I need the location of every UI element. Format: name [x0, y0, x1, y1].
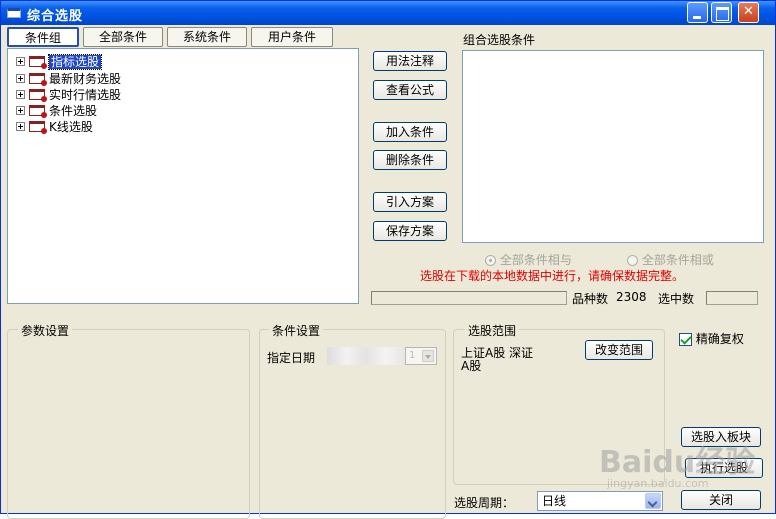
expand-icon[interactable] [16, 90, 25, 99]
combo-conditions-title: 组合选股条件 [463, 33, 536, 47]
tree-item-label: 最新财务选股 [49, 72, 122, 86]
params-group [7, 329, 250, 519]
condition-tree[interactable]: 指标选股 最新财务选股 实时行情选股 条件选股 K线选股 [7, 48, 359, 304]
expand-icon[interactable] [16, 122, 25, 131]
baidu-watermark-url: jingyan.baidu.com [607, 477, 709, 490]
window-title: 综合选股 [27, 9, 84, 24]
date-label: 指定日期 [267, 351, 316, 365]
expand-icon[interactable] [16, 57, 25, 66]
count-label: 品种数 [572, 292, 609, 306]
close-button[interactable]: 关闭 [681, 490, 761, 510]
params-group-title: 参数设置 [18, 322, 73, 339]
close-window-button[interactable]: ✕ [738, 2, 759, 23]
tree-item-condition[interactable]: 条件选股 [16, 102, 97, 118]
range-group-title: 选股范围 [465, 322, 520, 339]
condition-settings-title: 条件设置 [269, 322, 324, 339]
exact-adjust-checkbox[interactable] [679, 333, 692, 346]
tree-item-label: 条件选股 [49, 104, 98, 118]
expand-icon[interactable] [16, 74, 25, 83]
spin-down-icon[interactable] [422, 350, 434, 362]
count-value: 2308 [616, 290, 647, 304]
date-spinner-value: 1 [409, 350, 416, 361]
change-range-button[interactable]: 改变范围 [585, 340, 653, 360]
period-select[interactable]: 日线 [537, 491, 663, 511]
folder-icon [29, 89, 47, 102]
combo-conditions-list[interactable] [462, 50, 764, 243]
tab-condition-group[interactable]: 条件组 [7, 27, 79, 47]
exact-adjust-label: 精确复权 [695, 332, 744, 346]
selected-count-value [706, 291, 758, 305]
data-warning-text: 选股在下载的本地数据中进行，请确保数据完整。 [420, 269, 685, 283]
stock-screener-window: 综合选股 ✕ 条件组 全部条件 系统条件 用户条件 指标选股 最新财务选股 实时… [0, 0, 776, 519]
or-radio-option[interactable]: 全部条件相或 [627, 251, 714, 268]
minimize-button[interactable] [687, 2, 708, 23]
tab-system-conditions[interactable]: 系统条件 [167, 27, 247, 47]
add-condition-button[interactable]: 加入条件 [373, 122, 447, 142]
selected-count-label: 选中数 [658, 292, 695, 306]
folder-icon [29, 105, 47, 118]
folder-icon [29, 73, 47, 86]
import-plan-button[interactable]: 引入方案 [373, 192, 447, 212]
tab-user-conditions[interactable]: 用户条件 [251, 27, 333, 47]
maximize-button[interactable] [711, 2, 732, 23]
or-radio[interactable] [627, 255, 638, 266]
chevron-down-icon[interactable] [645, 493, 661, 509]
period-select-value: 日线 [542, 494, 567, 508]
date-spinner[interactable]: 1 [405, 347, 437, 365]
tree-item-indicator[interactable]: 指标选股 [16, 53, 103, 70]
tree-item-label: 实时行情选股 [49, 88, 122, 102]
or-radio-label: 全部条件相或 [641, 253, 714, 267]
folder-icon [29, 121, 47, 134]
expand-icon[interactable] [16, 106, 25, 115]
period-label: 选股周期： [454, 496, 515, 510]
exact-adjust-option[interactable]: 精确复权 [679, 330, 744, 347]
tree-item-label: 指标选股 [47, 54, 103, 70]
delete-condition-button[interactable]: 删除条件 [373, 150, 447, 170]
usage-notes-button[interactable]: 用法注释 [373, 51, 447, 71]
tree-item-realtime[interactable]: 实时行情选股 [16, 86, 121, 102]
progress-bar [371, 291, 567, 305]
and-radio[interactable] [485, 255, 496, 266]
view-formula-button[interactable]: 查看公式 [373, 80, 447, 100]
tab-all-conditions[interactable]: 全部条件 [83, 27, 163, 47]
title-bar[interactable]: 综合选股 ✕ [1, 1, 775, 25]
window-icon [7, 8, 21, 18]
folder-icon [29, 56, 47, 69]
save-plan-button[interactable]: 保存方案 [373, 221, 447, 241]
and-radio-label: 全部条件相与 [499, 253, 572, 267]
and-radio-option[interactable]: 全部条件相与 [485, 251, 572, 268]
tree-item-kline[interactable]: K线选股 [16, 118, 93, 134]
tree-item-label: K线选股 [49, 120, 93, 134]
tree-item-finance[interactable]: 最新财务选股 [16, 70, 121, 86]
range-text-line2: A股 [461, 359, 482, 373]
date-picker[interactable] [327, 347, 405, 365]
baidu-watermark-logo: Baidu经验 [599, 445, 756, 480]
